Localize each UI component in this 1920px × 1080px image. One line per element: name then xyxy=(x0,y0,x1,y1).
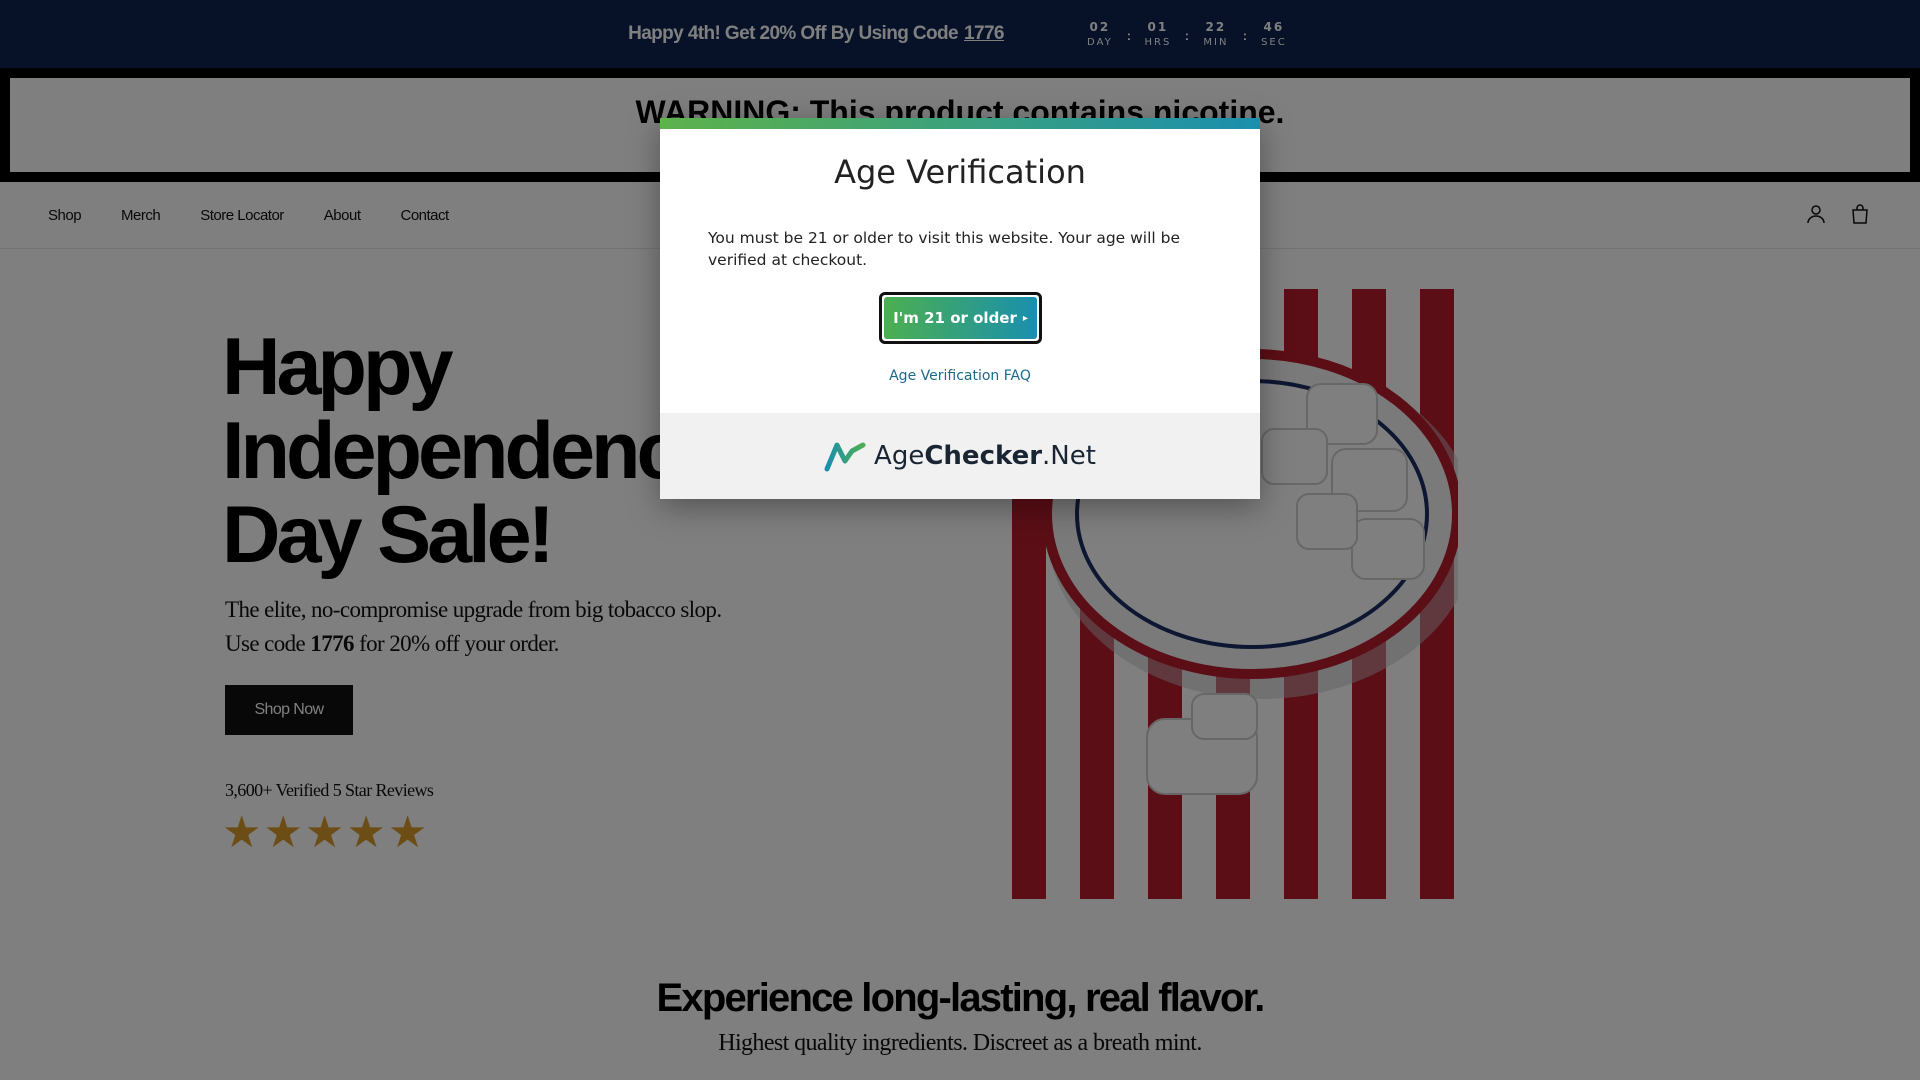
age-confirm-label: I'm 21 or older xyxy=(893,309,1017,327)
agechecker-logo-icon xyxy=(824,442,866,472)
age-verification-faq-link[interactable]: Age Verification FAQ xyxy=(660,368,1260,384)
modal-title: Age Verification xyxy=(834,153,1086,191)
age-confirm-button[interactable]: I'm 21 or older ▸ xyxy=(879,292,1042,344)
modal-accent-bar xyxy=(660,118,1260,129)
arrow-right-icon: ▸ xyxy=(1022,312,1028,324)
modal-footer: AgeChecker.Net xyxy=(660,413,1260,499)
modal-message: You must be 21 or older to visit this we… xyxy=(708,229,1181,269)
age-verification-modal: Age Verification You must be 21 or older… xyxy=(660,118,1260,499)
agechecker-brand: AgeChecker.Net xyxy=(874,441,1096,471)
age-confirm-button-inner[interactable]: I'm 21 or older ▸ xyxy=(884,297,1037,339)
